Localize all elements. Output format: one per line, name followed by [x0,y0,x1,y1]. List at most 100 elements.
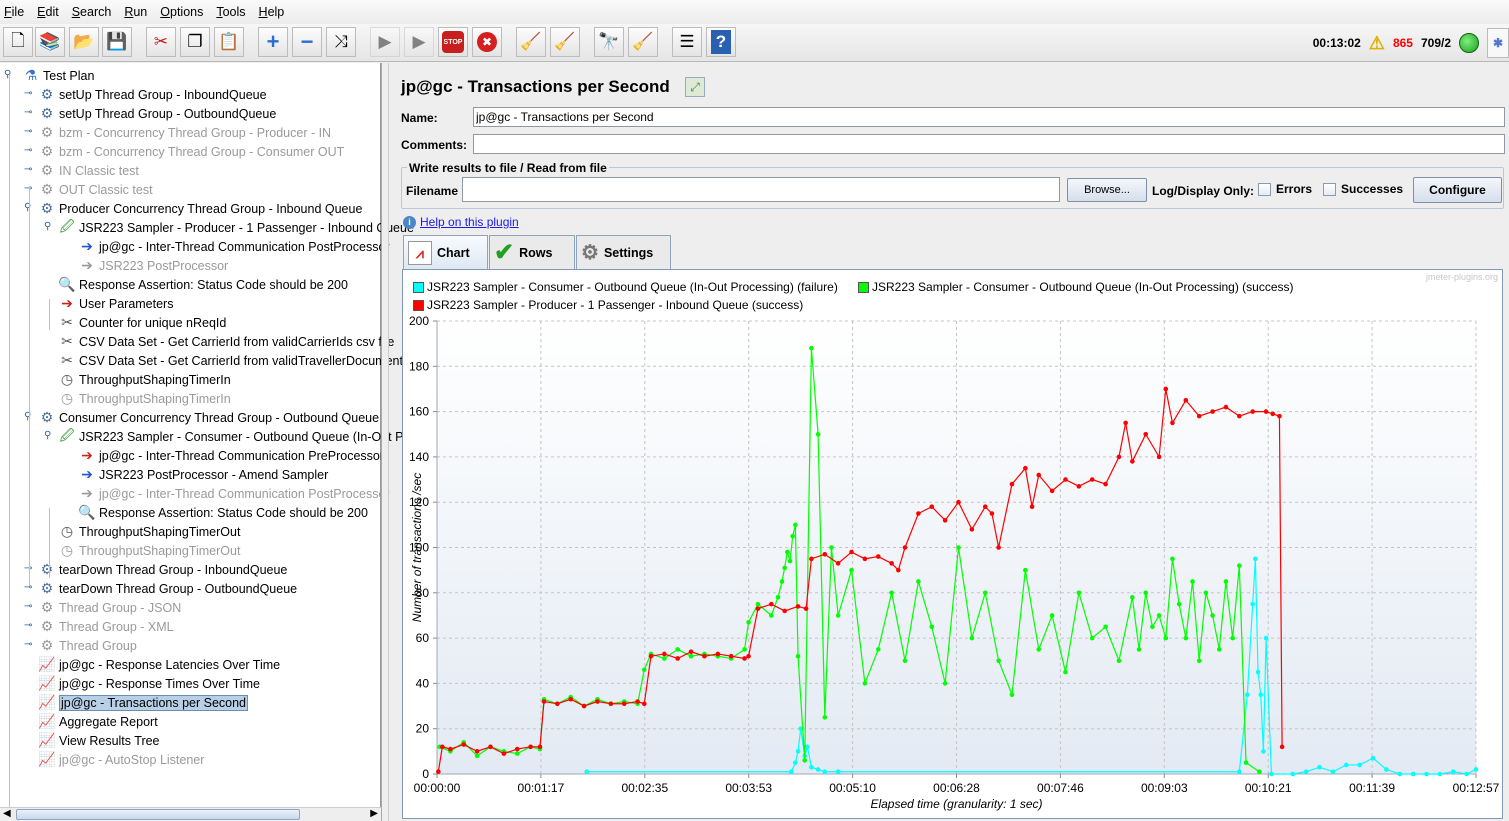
reset-search-button[interactable]: 🧹 [628,27,658,57]
data-point [1237,769,1242,775]
tree-item[interactable]: 📈 jp@gc - Response Times Over Time [38,674,260,693]
tree-item[interactable]: 🔍 Response Assertion: Status Code should … [58,275,348,294]
tree-item[interactable]: ⚙ Thread Group [38,636,137,655]
tree-item[interactable]: 📈 Aggregate Report [38,712,157,731]
tree-item[interactable]: ⚙ bzm - Concurrency Thread Group - Consum… [38,142,345,161]
tree-item[interactable]: ⚙ Producer Concurrency Thread Group - Inb… [38,199,363,218]
tab-rows[interactable]: ✔ Rows [489,235,575,269]
tree-item[interactable]: 📈 View Results Tree [38,731,159,750]
tree-item[interactable]: ➔ jp@gc - Inter-Thread Communication Post… [78,237,389,256]
name-field[interactable] [473,107,1505,127]
tree-item[interactable]: ⚗ Test Plan [22,66,95,85]
tree-toggle-icon[interactable]: ⚲ [44,431,54,441]
function-helper-button[interactable]: ☰ [672,27,702,57]
tab-settings[interactable]: ⚙ Settings [576,235,671,269]
shutdown-button[interactable]: ✖ [472,27,502,57]
tree-horizontal-scrollbar[interactable]: ◀ ▶ [0,807,381,821]
collapse-button[interactable]: − [292,27,322,57]
start-button[interactable]: ▶ [370,27,400,57]
tree-toggle-icon[interactable]: ⊸ [24,602,34,612]
tree-item[interactable]: ◷ ThroughputShapingTimerOut [58,541,241,560]
tree-item[interactable]: ◷ ThroughputShapingTimerIn [58,389,231,408]
tree-item[interactable]: ⚙ Consumer Concurrency Thread Group - Out… [38,408,379,427]
scroll-left-icon[interactable]: ◀ [3,808,11,819]
toggle-button[interactable]: ⤨ [326,27,356,57]
copy-button[interactable]: ❐ [180,27,210,57]
tree-item[interactable]: ⚙ tearDown Thread Group - InboundQueue [38,560,288,579]
cut-button[interactable]: ✂ [146,27,176,57]
remote-icon[interactable]: ✱ [1487,28,1509,58]
tab-settings-label: Settings [603,245,654,260]
tree-item[interactable]: ✂ CSV Data Set - Get CarrierId from valid… [58,351,409,370]
tree-item[interactable]: 🖉 JSR223 Sampler - Producer - 1 Passenger… [58,218,414,237]
menu-file[interactable]: File [4,5,24,19]
data-point [755,606,761,611]
tree-item[interactable]: ⚙ IN Classic test [38,161,139,180]
errors-checkbox[interactable]: Errors [1258,182,1312,197]
tree-item[interactable]: 📈 jp@gc - AutoStop Listener [38,750,204,769]
tree-toggle-icon[interactable]: ⚲ [44,222,54,232]
cut-icon: ✂ [153,32,169,51]
tree-item[interactable]: 🔍 Response Assertion: Status Code should … [78,503,368,522]
tree-toggle-icon[interactable]: ⊸ [24,640,34,650]
help-button[interactable]: ? [706,27,736,57]
paste-button[interactable]: 📋 [214,27,244,57]
comments-field[interactable] [473,134,1505,154]
search-button[interactable]: 🔭 [594,27,624,57]
warning-icon[interactable]: ⚠ [1369,33,1385,54]
maximize-icon[interactable]: ⤢ [685,77,705,97]
browse-button[interactable]: Browse... [1067,178,1147,202]
help-link[interactable]: Help on this plugin [420,215,519,229]
tree-item[interactable]: ⚙ Thread Group - JSON [38,598,182,617]
tree-toggle-icon[interactable]: ⊸ [24,89,34,99]
tree-toggle-icon[interactable]: ⊸ [24,165,34,175]
test-plan-tree[interactable]: ⚗ Test Plan ⚲ ⚙ setUp Thread Group - Inbound… [0,63,461,821]
menu-search[interactable]: Search [72,5,112,19]
clear-button[interactable]: 🧹 [516,27,546,57]
tree-item[interactable]: ◷ ThroughputShapingTimerOut [58,522,241,541]
tree-item[interactable]: ⚙ OUT Classic test [38,180,153,199]
tree-item[interactable]: ➔ User Parameters [58,294,173,313]
expand-button[interactable]: + [258,27,288,57]
menu-options[interactable]: Options [160,5,203,19]
scroll-right-icon[interactable]: ▶ [370,808,378,819]
filename-field[interactable] [462,177,1060,202]
tree-item[interactable]: ➔ jp@gc - Inter-Thread Communication PreP… [78,446,384,465]
menu-tools[interactable]: Tools [216,5,245,19]
stop-button[interactable]: STOP [438,27,468,57]
tree-item[interactable]: ➔ jp@gc - Inter-Thread Communication Post… [78,484,389,503]
tree-item[interactable]: 📈 jp@gc - Response Latencies Over Time [38,655,280,674]
tree-toggle-icon[interactable]: ⊸ [24,146,34,156]
start-no-pauses-button[interactable]: ▶ [404,27,434,57]
tree-item[interactable]: 📈 jp@gc - Transactions per Second [38,693,249,712]
scroll-thumb[interactable] [16,809,300,820]
tree-item[interactable]: ➔ JSR223 PostProcessor - Amend Sampler [78,465,328,484]
pane-splitter[interactable] [381,63,389,821]
new-button[interactable]: 🗋 [3,27,33,57]
tree-toggle-icon[interactable]: ⊸ [24,127,34,137]
clear-all-button[interactable]: 🧹 [550,27,580,57]
successes-checkbox[interactable]: Successes [1323,182,1403,197]
open-button[interactable]: 📂 [69,27,99,57]
menu-help[interactable]: Help [259,5,285,19]
data-point [1036,472,1042,478]
tree-item[interactable]: ⚙ tearDown Thread Group - OutboundQueue [38,579,297,598]
tree-toggle-icon[interactable]: ⊸ [24,621,34,631]
tree-item[interactable]: ⚙ setUp Thread Group - OutboundQueue [38,104,277,123]
menu-run[interactable]: Run [124,5,147,19]
tree-item[interactable]: ⚙ bzm - Concurrency Thread Group - Produc… [38,123,331,142]
tab-chart[interactable]: ⩘ Chart [403,235,488,270]
tree-item[interactable]: ➔ JSR223 PostProcessor [78,256,228,275]
tree-item[interactable]: ◷ ThroughputShapingTimerIn [58,370,231,389]
tree-item[interactable]: ⚙ setUp Thread Group - InboundQueue [38,85,267,104]
tree-item[interactable]: ✂ Counter for unique nReqId [58,313,226,332]
error-count: 865 [1392,36,1413,50]
save-button[interactable]: 💾 [102,27,132,57]
tree-item[interactable]: ✂ CSV Data Set - Get CarrierId from valid… [58,332,394,351]
tree-toggle-icon[interactable]: ⊸ [24,108,34,118]
configure-button[interactable]: Configure [1413,177,1502,203]
menu-edit[interactable]: Edit [37,5,59,19]
graph-icon: 📈 [38,751,56,767]
templates-button[interactable]: 📚 [35,27,65,57]
tree-item[interactable]: ⚙ Thread Group - XML [38,617,174,636]
